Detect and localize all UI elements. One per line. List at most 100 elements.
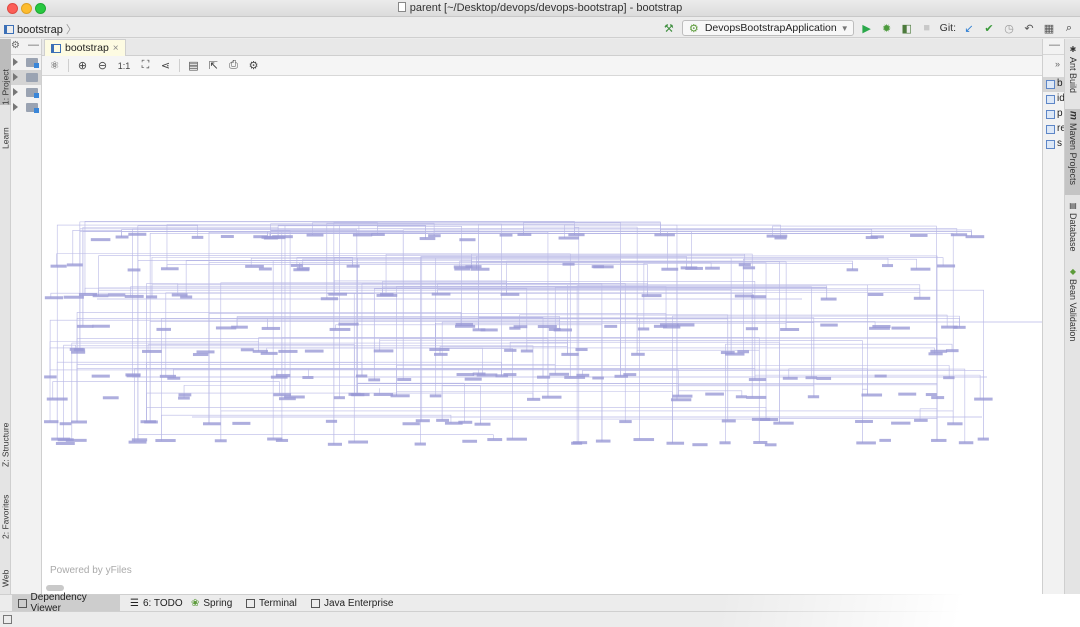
tool-window-dependency-viewer[interactable]: Dependency Viewer xyxy=(12,592,120,614)
dependency-node xyxy=(464,377,482,381)
tool-tab-bean-validation[interactable]: ◆ Bean Validation xyxy=(1065,265,1080,357)
settings-icon[interactable]: ⚙ xyxy=(11,40,20,51)
dependency-edge xyxy=(576,285,828,444)
ant-icon: ✱ xyxy=(1068,45,1078,54)
chevron-right-icon: 〉 xyxy=(65,24,77,36)
hide-panel-icon[interactable]: — xyxy=(28,39,39,51)
tree-row[interactable] xyxy=(11,70,41,85)
layout-icon[interactable]: ⚛ xyxy=(48,59,61,72)
expand-arrow-icon[interactable] xyxy=(13,73,18,81)
dependency-node xyxy=(553,328,573,332)
git-revert-icon[interactable]: ↶ xyxy=(1022,21,1036,35)
tree-row[interactable] xyxy=(11,100,41,115)
expand-arrow-icon[interactable] xyxy=(13,103,18,111)
tool-tab-maven-projects[interactable]: m Maven Projects xyxy=(1065,109,1080,195)
dependency-node xyxy=(456,373,475,377)
dependency-edge xyxy=(441,385,815,421)
settings-icon[interactable]: ⚙ xyxy=(247,59,260,72)
panel-header-expand[interactable]: » xyxy=(1043,55,1064,77)
tool-tab-project[interactable]: 1: Project xyxy=(0,39,11,105)
tool-window-todo[interactable]: ☰ 6: TODO xyxy=(124,595,189,611)
dependency-edge xyxy=(183,385,481,425)
dependency-node xyxy=(692,443,708,447)
maven-item[interactable]: s xyxy=(1043,137,1064,152)
folder-icon xyxy=(26,73,38,82)
coverage-icon[interactable]: ◧ xyxy=(900,21,914,35)
project-structure-icon[interactable]: ▦ xyxy=(1042,21,1056,35)
git-commit-icon[interactable]: ✔ xyxy=(982,21,996,35)
horizontal-scrollbar[interactable] xyxy=(42,584,1042,592)
dependency-node xyxy=(604,324,618,328)
stop-icon[interactable]: ■ xyxy=(920,21,934,35)
maven-item[interactable]: p xyxy=(1043,107,1064,122)
dependency-node xyxy=(925,393,937,397)
expand-icon[interactable]: » xyxy=(1055,59,1060,69)
tree-row[interactable] xyxy=(11,85,41,100)
fit-content-icon[interactable]: ⛶ xyxy=(139,59,152,72)
dependency-node xyxy=(506,437,527,441)
debug-icon[interactable]: ✹ xyxy=(880,21,894,35)
dependency-node xyxy=(526,397,541,401)
dependency-node xyxy=(59,422,72,426)
run-icon[interactable]: ▶ xyxy=(860,21,874,35)
dependency-node xyxy=(102,396,119,400)
dependency-edge xyxy=(379,338,938,441)
dependency-node xyxy=(856,441,876,445)
actual-size-button[interactable]: 1:1 xyxy=(116,59,132,72)
build-hammer-icon[interactable]: ⚒ xyxy=(662,21,676,35)
tool-window-terminal[interactable]: Terminal xyxy=(240,595,303,611)
tool-tab-label: Maven Projects xyxy=(1068,122,1078,185)
chevron-down-icon: ▼ xyxy=(840,23,849,33)
dependency-node xyxy=(513,325,528,329)
zoom-in-icon[interactable]: ⊕ xyxy=(76,59,89,72)
dependency-node xyxy=(346,264,360,268)
tree-row[interactable] xyxy=(11,55,41,70)
share-icon[interactable]: ⋖ xyxy=(159,59,172,72)
git-history-icon[interactable]: ◷ xyxy=(1002,21,1016,35)
expand-arrow-icon[interactable] xyxy=(13,88,18,96)
dependency-node xyxy=(215,326,237,330)
dependency-node xyxy=(66,263,83,267)
tool-tab-structure[interactable]: Z: Structure xyxy=(0,401,11,467)
print-icon[interactable]: ⎙ xyxy=(227,59,240,72)
maven-item[interactable]: b xyxy=(1043,77,1064,92)
maven-item-label: s xyxy=(1057,138,1062,149)
tool-tab-favorites[interactable]: 2: Favorites xyxy=(0,479,11,539)
tool-tab-web[interactable]: Web xyxy=(0,551,11,587)
close-icon[interactable]: × xyxy=(113,43,119,54)
git-update-icon[interactable]: ↙ xyxy=(962,21,976,35)
hide-panel-icon[interactable]: — xyxy=(1049,39,1060,51)
maven-item[interactable]: re xyxy=(1043,122,1066,137)
dependency-edge xyxy=(523,226,638,355)
breadcrumb[interactable]: bootstrap 〉 xyxy=(4,21,77,37)
tool-window-label: 6: TODO xyxy=(142,597,183,609)
dependency-edge xyxy=(76,345,534,400)
save-icon[interactable]: ▤ xyxy=(187,59,200,72)
run-config-dropdown[interactable]: ⚙ DevopsBootstrapApplication ▼ xyxy=(681,20,854,36)
dependency-node xyxy=(742,266,756,270)
dependency-edge xyxy=(636,314,948,355)
dependency-edge xyxy=(396,285,648,396)
dependency-graph[interactable] xyxy=(42,77,1042,594)
tool-window-java-enterprise[interactable]: Java Enterprise xyxy=(305,595,399,611)
maven-module-icon xyxy=(1046,80,1055,89)
expand-arrow-icon[interactable] xyxy=(13,58,18,66)
editor-tab-bootstrap[interactable]: bootstrap × xyxy=(44,39,126,56)
tool-tab-ant-build[interactable]: ✱ Ant Build xyxy=(1065,43,1080,103)
tool-windows-toggle-icon[interactable] xyxy=(3,615,12,624)
dependency-node xyxy=(275,438,289,442)
zoom-out-icon[interactable]: ⊖ xyxy=(96,59,109,72)
tool-tab-learn[interactable]: Learn xyxy=(0,109,11,149)
scrollbar-thumb[interactable] xyxy=(46,585,64,591)
dependency-graph-canvas[interactable]: Powered by yFiles xyxy=(42,77,1042,594)
dependency-node xyxy=(943,376,955,380)
dependency-node xyxy=(261,326,281,330)
document-icon xyxy=(397,2,406,12)
export-icon[interactable]: ⇱ xyxy=(207,59,220,72)
tool-tab-database[interactable]: ▤ Database xyxy=(1065,199,1080,259)
dependency-node xyxy=(623,373,637,377)
search-icon[interactable]: ⌕ xyxy=(1062,21,1076,35)
maven-module-icon xyxy=(1046,110,1055,119)
maven-item[interactable]: id xyxy=(1043,92,1065,107)
tool-window-spring[interactable]: ❀ Spring xyxy=(185,595,238,611)
